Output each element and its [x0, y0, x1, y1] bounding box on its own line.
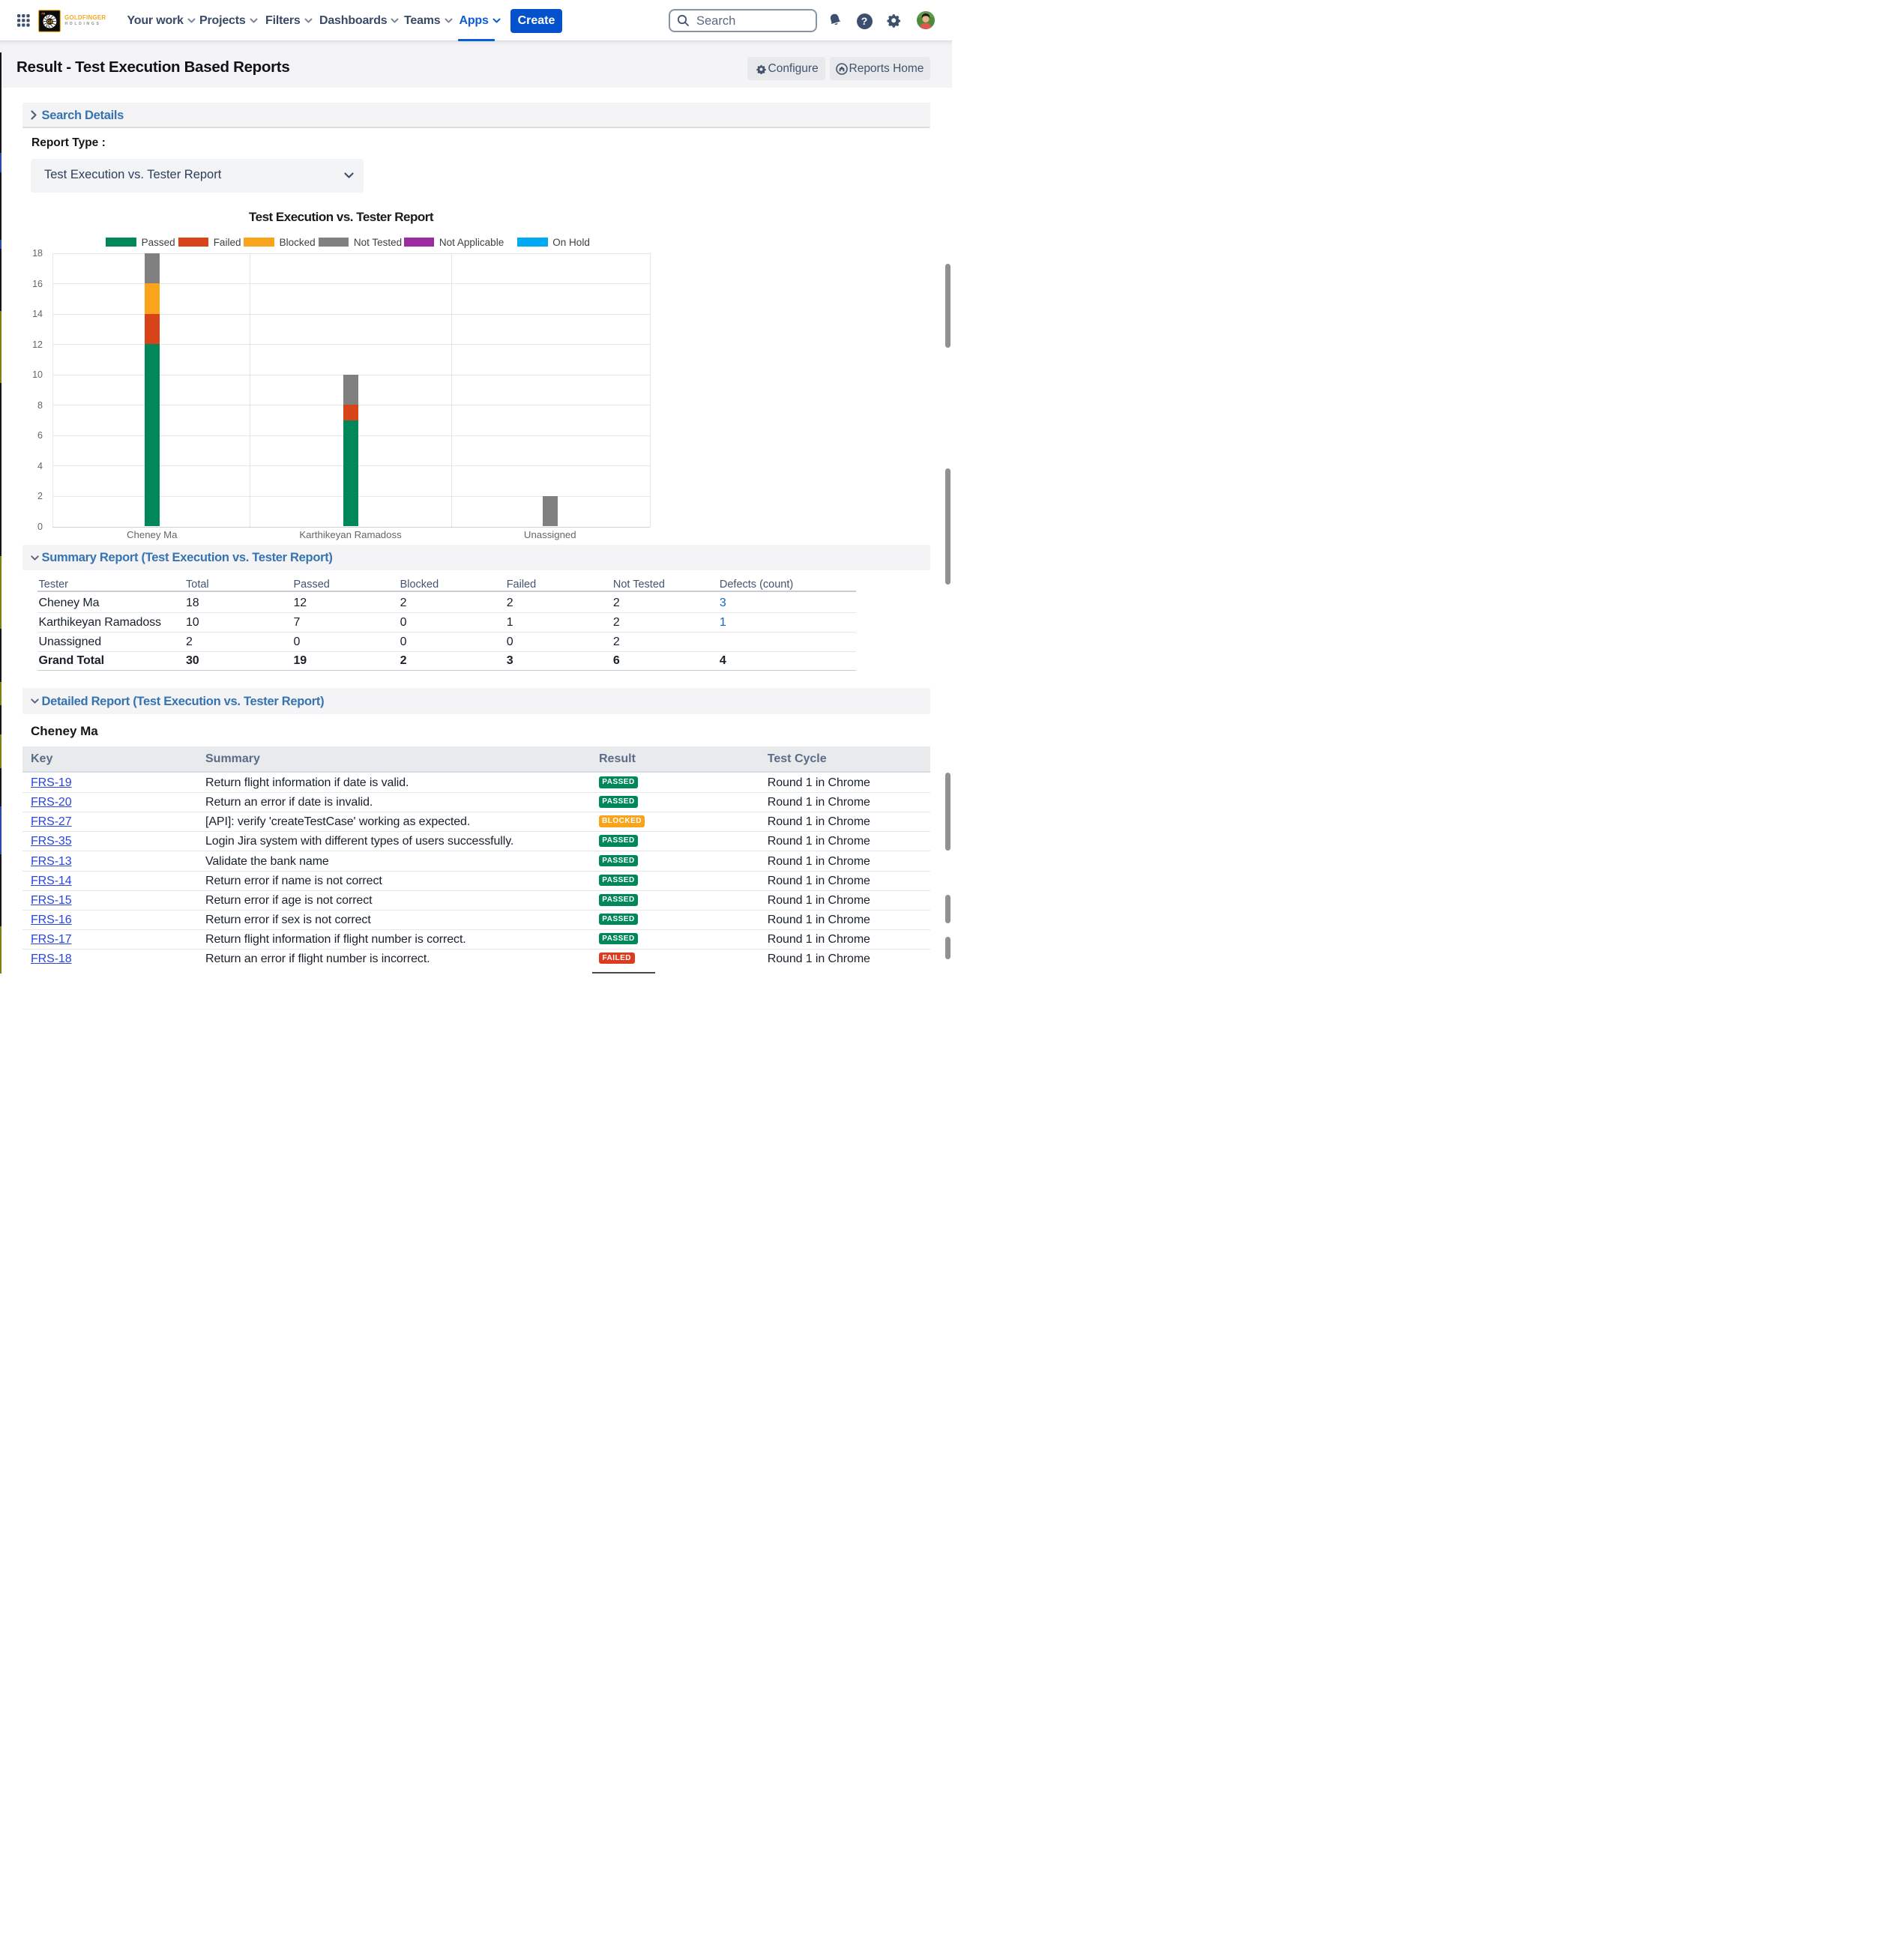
svg-text:79f: 79f	[41, 13, 46, 16]
svg-text:Gf: Gf	[47, 19, 53, 25]
